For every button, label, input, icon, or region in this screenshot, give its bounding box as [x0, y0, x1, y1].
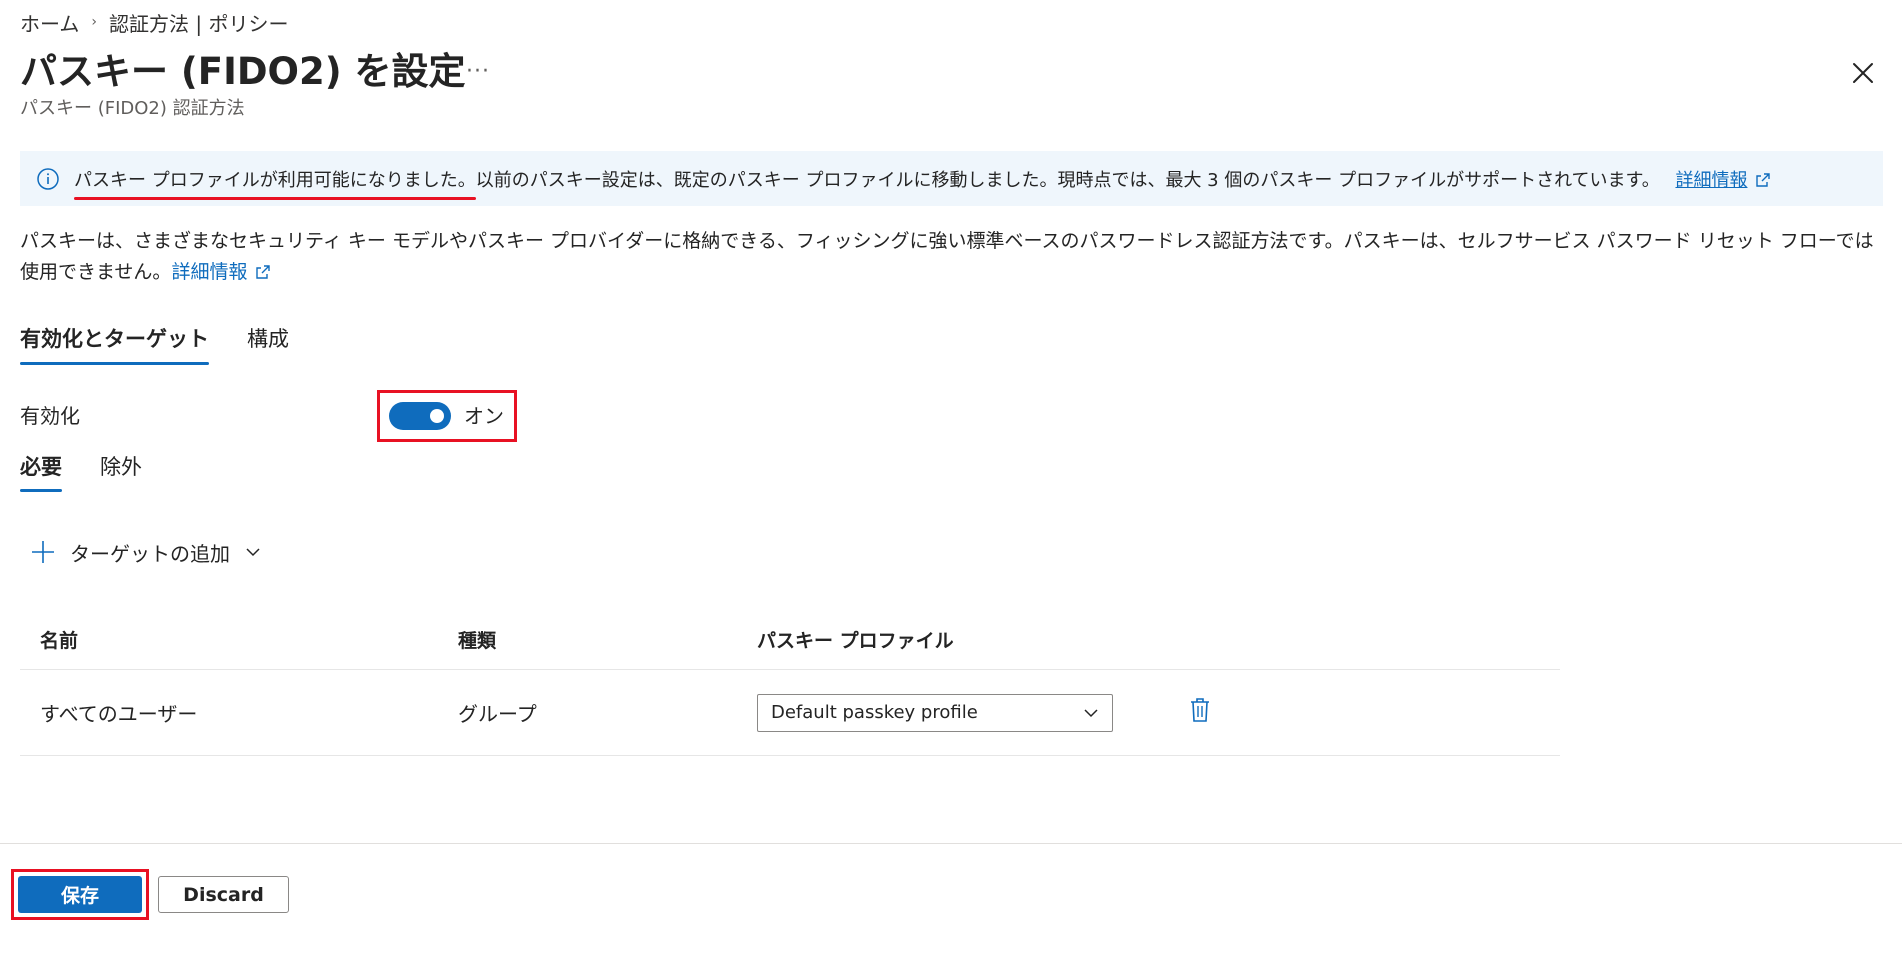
- enable-toggle[interactable]: [389, 402, 451, 430]
- chevron-down-icon: [246, 548, 260, 557]
- cell-type: グループ: [458, 702, 537, 726]
- description-body: パスキーは、さまざまなセキュリティ キー モデルやパスキー プロバイダーに格納で…: [20, 230, 1874, 283]
- banner-link-label: 詳細情報: [1675, 169, 1748, 191]
- close-icon: [1853, 63, 1873, 83]
- tab-include[interactable]: 必要: [20, 452, 62, 492]
- more-options-button[interactable]: ···: [466, 58, 490, 86]
- add-target-label: ターゲットの追加: [70, 541, 230, 566]
- discard-button[interactable]: Discard: [158, 876, 289, 913]
- plus-icon: [32, 541, 54, 563]
- column-header-name: 名前: [40, 630, 79, 652]
- banner-learn-more-link[interactable]: 詳細情報: [1675, 170, 1771, 191]
- add-target-button[interactable]: ターゲットの追加: [30, 535, 262, 569]
- passkey-profile-select[interactable]: Default passkey profile: [757, 693, 1113, 732]
- cell-actions: [1187, 696, 1213, 729]
- banner-highlight-text: パスキー プロファイルが利用可能になりました。: [74, 166, 476, 200]
- enable-label: 有効化: [20, 404, 80, 428]
- banner-body-text: 以前のパスキー設定は、既定のパスキー プロファイルに移動しました。現時点では、最…: [475, 169, 1660, 191]
- info-icon: [37, 167, 59, 190]
- banner-message: パスキー プロファイルが利用可能になりました。以前のパスキー設定は、既定のパスキ…: [74, 166, 1771, 200]
- tab-exclude[interactable]: 除外: [100, 452, 142, 492]
- chevron-right-icon: ›: [91, 14, 98, 30]
- toggle-knob: [430, 409, 444, 423]
- tab-enable-and-target[interactable]: 有効化とターゲット: [20, 318, 209, 365]
- page-subtitle: パスキー (FIDO2) 認証方法: [20, 98, 245, 119]
- toggle-state-text: オン: [464, 404, 504, 428]
- cell-profile: Default passkey profile: [757, 693, 1187, 732]
- external-link-icon: [1756, 172, 1771, 187]
- table-header: 名前 種類 パスキー プロファイル: [20, 610, 1560, 670]
- delete-icon[interactable]: [1187, 696, 1213, 724]
- table-row: すべてのユーザー グループ Default passkey profile: [20, 670, 1560, 756]
- description-link-label: 詳細情報: [171, 261, 248, 283]
- tab-configure[interactable]: 構成: [247, 318, 289, 362]
- target-subtabs: 必要 除外: [20, 452, 180, 496]
- column-header-passkey-profile: パスキー プロファイル: [757, 630, 954, 652]
- main-tabs: 有効化とターゲット 構成: [20, 318, 327, 366]
- info-banner: パスキー プロファイルが利用可能になりました。以前のパスキー設定は、既定のパスキ…: [20, 151, 1883, 206]
- passkey-profile-value: Default passkey profile: [771, 702, 978, 723]
- cell-name: すべてのユーザー: [40, 702, 198, 726]
- breadcrumb-current-link[interactable]: 認証方法 | ポリシー: [109, 8, 288, 37]
- column-header-type: 種類: [458, 630, 497, 652]
- external-link-icon: [256, 265, 271, 279]
- description-learn-more-link[interactable]: 詳細情報: [171, 261, 271, 283]
- chevron-down-icon: [1084, 708, 1098, 717]
- footer-divider: [0, 843, 1902, 844]
- targets-table: 名前 種類 パスキー プロファイル すべてのユーザー グループ Default …: [20, 610, 1560, 756]
- close-button[interactable]: [1848, 58, 1878, 88]
- breadcrumb-home-link[interactable]: ホーム: [20, 8, 79, 37]
- breadcrumb: ホーム › 認証方法 | ポリシー: [20, 8, 288, 36]
- save-button[interactable]: 保存: [18, 876, 142, 913]
- page-title: パスキー (FIDO2) を設定: [20, 50, 466, 93]
- description-text: パスキーは、さまざまなセキュリティ キー モデルやパスキー プロバイダーに格納で…: [20, 226, 1888, 288]
